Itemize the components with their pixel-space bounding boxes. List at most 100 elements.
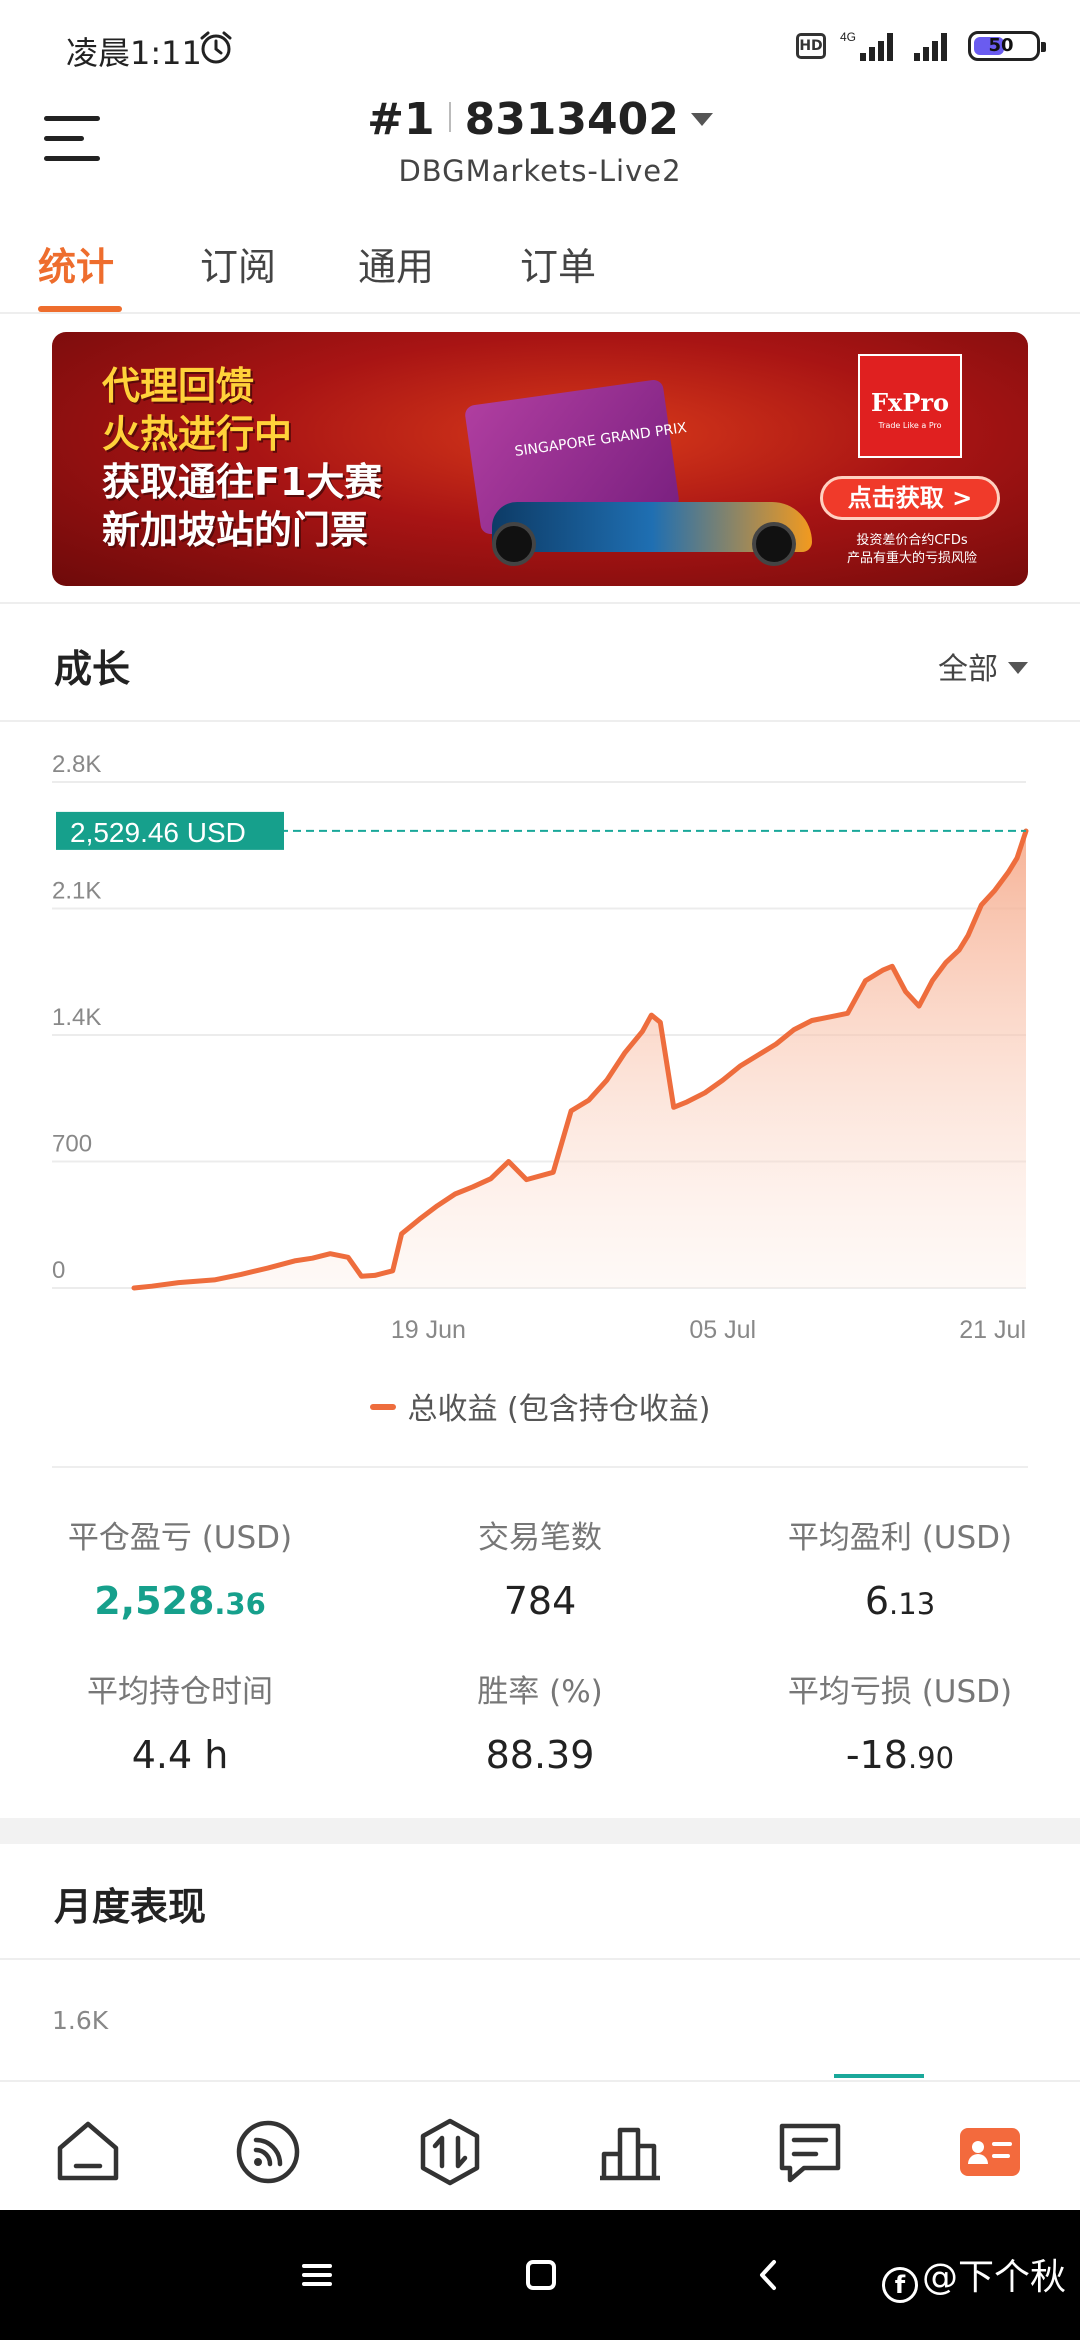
network-type-label: 4G — [840, 30, 856, 44]
nav-home[interactable] — [52, 2116, 124, 2188]
tab-general[interactable]: 通用 — [358, 236, 434, 291]
monthly-y-tick: 1.6K — [52, 2006, 109, 2035]
monthly-title: 月度表现 — [54, 1885, 207, 1929]
banner-line: 代理回馈 — [102, 364, 255, 408]
trade-icon — [420, 2118, 480, 2186]
chevron-down-icon — [1008, 662, 1028, 674]
menu-icon[interactable] — [294, 2252, 340, 2298]
promo-banner[interactable]: 代理回馈 火热进行中 获取通往F1大赛 新加坡站的门票 SINGAPORE GR… — [52, 332, 1028, 586]
stat-win-rate: 胜率 (%) 88.39 — [360, 1666, 720, 1777]
banner-wheel-image — [752, 522, 796, 566]
nav-analytics[interactable] — [594, 2116, 666, 2188]
stat-closed-pnl: 平仓盈亏 (USD) 2,528.36 — [0, 1512, 360, 1623]
account-number: 8313402 — [464, 94, 679, 145]
y-tick-label: 0 — [52, 1257, 65, 1284]
back-icon[interactable] — [746, 2252, 792, 2298]
account-dropdown-icon[interactable] — [690, 113, 713, 126]
home-icon — [57, 2121, 119, 2181]
status-bar: 凌晨1:11 HD 4G 50 — [0, 0, 1080, 90]
stat-label: 平仓盈亏 (USD) — [67, 1520, 293, 1556]
tab-orders[interactable]: 订单 — [520, 236, 596, 291]
y-tick-label: 700 — [52, 1131, 92, 1158]
legend-swatch — [369, 1404, 396, 1410]
system-navigation-bar: f @下个秋 — [0, 2210, 1080, 2340]
stat-value-int: 4.4 h — [131, 1733, 229, 1777]
stat-trade-count: 交易笔数 784 — [360, 1512, 720, 1623]
cellular-signal-2-icon — [914, 33, 947, 61]
fxpro-tagline: Trade Like a Pro — [878, 421, 942, 430]
x-tick-label: 21 Jul — [959, 1316, 1026, 1344]
hd-badge: HD — [796, 33, 826, 59]
section-gap — [0, 1818, 1080, 1844]
stat-avg-hold-time: 平均持仓时间 4.4 h — [0, 1666, 360, 1777]
banner-line: 火热进行中 — [102, 412, 293, 456]
stat-value-dec: .13 — [889, 1587, 936, 1621]
series-area — [134, 831, 1026, 1288]
active-tab-indicator — [38, 306, 122, 312]
account-selector[interactable]: #1 8313402 — [0, 94, 1080, 145]
divider — [0, 602, 1080, 604]
y-tick-label: 2.1K — [52, 878, 101, 905]
range-dropdown[interactable]: 全部 — [938, 644, 1028, 688]
stat-value: 2,528.36 — [0, 1579, 360, 1623]
monthly-bar-top — [834, 2074, 924, 2078]
account-card-icon — [960, 2128, 1020, 2176]
home-square-icon[interactable] — [518, 2252, 564, 2298]
nav-trade[interactable] — [414, 2116, 486, 2188]
signal-feed-icon — [236, 2120, 300, 2184]
banner-line: 新加坡站的门票 — [102, 508, 369, 552]
range-value: 全部 — [938, 652, 998, 687]
current-value-label: 2,529.46 USD — [70, 817, 246, 848]
divider — [0, 720, 1080, 722]
stat-value: 4.4 h — [0, 1733, 360, 1777]
stat-value-int: 6 — [864, 1579, 890, 1623]
stat-value-int: 2,528 — [94, 1579, 215, 1623]
divider — [0, 1958, 1080, 1960]
banner-headline: 代理回馈 火热进行中 获取通往F1大赛 新加坡站的门票 — [102, 362, 382, 554]
tab-statistics[interactable]: 统计 — [38, 236, 114, 291]
watermark: f @下个秋 — [881, 2248, 1066, 2303]
status-time: 凌晨1:11 — [66, 34, 202, 72]
risk-line: 投资差价合约CFDs — [856, 533, 968, 548]
banner-cta-button[interactable]: 点击获取 > — [820, 476, 1000, 520]
stat-value-dec: .90 — [907, 1741, 955, 1775]
bottom-navigation — [0, 2080, 1080, 2210]
banner-risk-warning: 投资差价合约CFDs 产品有重大的亏损风险 — [822, 532, 1002, 568]
stat-label: 胜率 (%) — [477, 1674, 603, 1710]
stat-value-int: -18 — [845, 1733, 908, 1777]
stat-value: -18.90 — [720, 1733, 1080, 1777]
stat-label: 交易笔数 — [478, 1520, 602, 1556]
growth-title: 成长 — [54, 647, 131, 691]
y-tick-label: 2.8K — [52, 751, 101, 778]
watermark-text: @下个秋 — [921, 2257, 1066, 2298]
message-icon — [779, 2123, 841, 2183]
nav-account[interactable] — [954, 2116, 1026, 2188]
stat-label: 平均持仓时间 — [87, 1674, 273, 1710]
nav-signals[interactable] — [232, 2116, 304, 2188]
stat-value-int: 88.39 — [485, 1733, 595, 1777]
battery-level: 50 — [988, 35, 1014, 56]
risk-line: 产品有重大的亏损风险 — [846, 551, 977, 566]
bar-chart-icon — [600, 2127, 660, 2181]
stat-avg-loss: 平均亏损 (USD) -18.90 — [720, 1666, 1080, 1777]
stat-value: 88.39 — [360, 1733, 720, 1777]
stat-value-dec: .36 — [214, 1587, 266, 1621]
server-name: DBGMarkets-Live2 — [398, 154, 682, 188]
legend-label: 总收益 (包含持仓收益) — [407, 1392, 711, 1427]
tab-bar: 统计 订阅 通用 订单 — [0, 222, 1080, 314]
banner-line: 获取通往F1大赛 — [102, 460, 383, 504]
watermark-logo-icon: f — [881, 2267, 918, 2303]
nav-messages[interactable] — [774, 2116, 846, 2188]
account-rank: #1 — [367, 94, 435, 145]
divider — [52, 1466, 1028, 1468]
y-tick-label: 1.4K — [52, 1004, 101, 1031]
stat-label: 平均盈利 (USD) — [787, 1520, 1013, 1556]
battery-icon: 50 — [968, 31, 1046, 61]
cellular-signal-icon: 4G — [840, 30, 893, 61]
chart-legend: 总收益 (包含持仓收益) — [0, 1384, 1080, 1428]
tab-subscription[interactable]: 订阅 — [200, 236, 276, 291]
stat-value-int: 784 — [503, 1579, 577, 1623]
x-tick-label: 05 Jul — [689, 1316, 756, 1344]
app-header: #1 8313402 DBGMarkets-Live2 — [0, 90, 1080, 210]
stat-value: 6.13 — [720, 1579, 1080, 1623]
